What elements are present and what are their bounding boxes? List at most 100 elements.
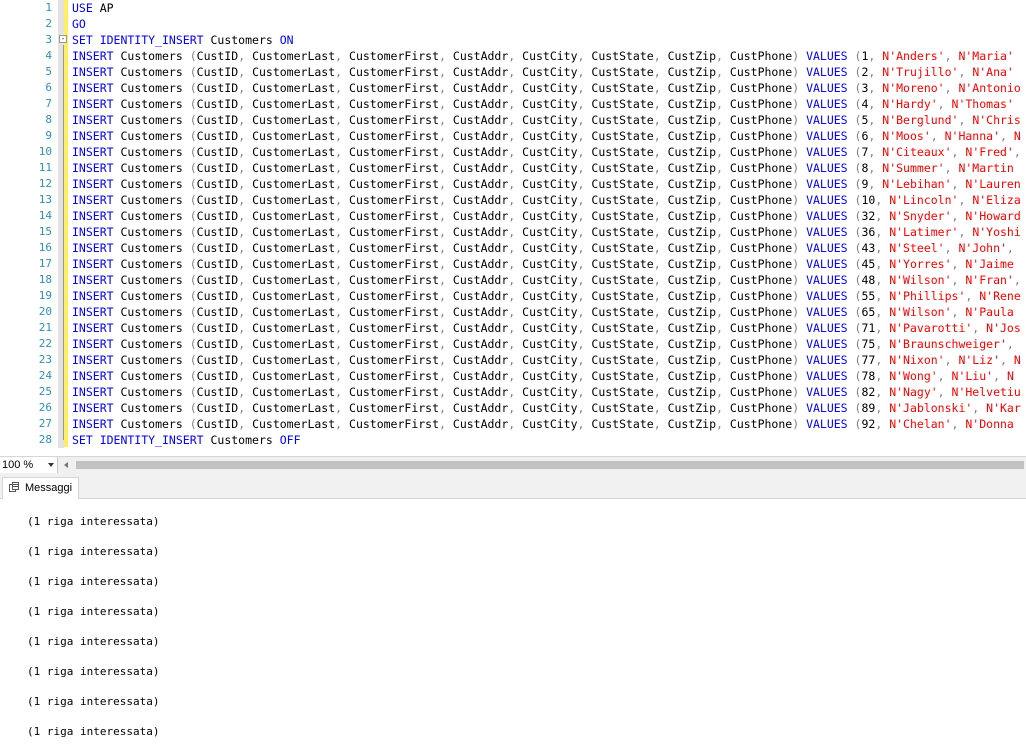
messages-pane[interactable]: (1 riga interessata) (1 riga interessata)… <box>0 499 1026 749</box>
code-token: ) <box>792 369 807 383</box>
code-token: , <box>335 49 350 63</box>
code-token: VALUES <box>806 401 848 415</box>
code-token: , <box>335 177 350 191</box>
code-token: , <box>508 305 523 319</box>
code-token: CustCity <box>522 177 578 191</box>
code-token: N'Thomas' <box>951 97 1014 111</box>
code-token: CustID <box>196 161 239 175</box>
code-line[interactable]: 3- SET IDENTITY_INSERT Customers ON <box>0 32 1026 48</box>
code-token: ) <box>792 337 807 351</box>
code-token: N'Jos <box>986 321 1021 335</box>
code-line[interactable]: 16 INSERT Customers (CustID, CustomerLast… <box>0 240 1026 256</box>
code-token: , <box>335 289 350 303</box>
code-token: , <box>875 257 890 271</box>
code-token: CustAddr <box>452 401 509 415</box>
zoom-dropdown[interactable]: 100 % <box>0 457 58 473</box>
code-token: CustomerLast <box>252 401 336 415</box>
results-tab-strip: Messaggi <box>0 473 1026 499</box>
code-token: CustomerFirst <box>349 113 440 127</box>
code-token: 65 <box>861 305 876 319</box>
code-token: , <box>238 289 253 303</box>
tab-messages[interactable]: Messaggi <box>2 477 80 499</box>
code-line[interactable]: 2 GO <box>0 16 1026 32</box>
code-token: ON <box>279 33 294 47</box>
code-token: Customers <box>113 257 190 271</box>
line-number: 2 <box>45 17 52 30</box>
code-token: , <box>238 209 253 223</box>
code-token: , <box>653 353 668 367</box>
code-text: INSERT Customers (CustID, CustomerLast, … <box>72 352 1021 368</box>
code-line[interactable]: 28 SET IDENTITY_INSERT Customers OFF <box>0 432 1026 448</box>
collapse-region-icon[interactable]: - <box>59 35 67 43</box>
code-line[interactable]: 21 INSERT Customers (CustID, CustomerLast… <box>0 320 1026 336</box>
code-token: Customers <box>113 49 190 63</box>
query-editor[interactable]: 1 USE AP 2 GO 3- SET IDENTITY_INSERT Customer… <box>0 0 1026 456</box>
code-token: ( <box>189 417 197 431</box>
code-text: INSERT Customers (CustID, CustomerLast, … <box>72 192 1021 208</box>
code-line[interactable]: 4 INSERT Customers (CustID, CustomerLast,… <box>0 48 1026 64</box>
code-line[interactable]: 7 INSERT Customers (CustID, CustomerLast,… <box>0 96 1026 112</box>
code-token: , <box>439 369 453 383</box>
code-line[interactable]: 22 INSERT Customers (CustID, CustomerLast… <box>0 336 1026 352</box>
code-token: CustPhone <box>729 49 793 63</box>
code-token: N <box>1013 353 1021 367</box>
code-line[interactable]: 18 INSERT Customers (CustID, CustomerLast… <box>0 272 1026 288</box>
code-line[interactable]: 20 INSERT Customers (CustID, CustomerLast… <box>0 304 1026 320</box>
code-line[interactable]: 10 INSERT Customers (CustID, CustomerLast… <box>0 144 1026 160</box>
code-line[interactable]: 19 INSERT Customers (CustID, CustomerLast… <box>0 288 1026 304</box>
code-token: , <box>972 321 987 335</box>
code-token: CustomerLast <box>252 369 336 383</box>
code-line[interactable]: 26 INSERT Customers (CustID, CustomerLast… <box>0 400 1026 416</box>
code-token: N'Chris <box>972 113 1021 127</box>
code-token: N'Eliza <box>972 193 1021 207</box>
code-token: , <box>1000 129 1014 143</box>
code-token: , <box>1006 337 1014 351</box>
code-line[interactable]: 6 INSERT Customers (CustID, CustomerLast,… <box>0 80 1026 96</box>
code-token: , <box>577 81 592 95</box>
code-line[interactable]: 1 USE AP <box>0 0 1026 16</box>
code-token: ( <box>189 65 197 79</box>
code-token: ) <box>792 401 807 415</box>
code-line[interactable]: 15 INSERT Customers (CustID, CustomerLast… <box>0 224 1026 240</box>
code-token: , <box>238 401 253 415</box>
code-token: , <box>875 337 890 351</box>
code-line[interactable]: 24 INSERT Customers (CustID, CustomerLast… <box>0 368 1026 384</box>
code-token: CustState <box>591 129 654 143</box>
code-token: , <box>335 353 350 367</box>
code-line[interactable]: 13 INSERT Customers (CustID, CustomerLast… <box>0 192 1026 208</box>
code-token: CustCity <box>522 145 578 159</box>
code-token: 89 <box>861 401 876 415</box>
code-token: CustState <box>591 97 654 111</box>
code-token: , <box>439 49 453 63</box>
code-token: , <box>238 193 253 207</box>
code-line[interactable]: 14 INSERT Customers (CustID, CustomerLast… <box>0 208 1026 224</box>
code-token: , <box>508 129 523 143</box>
code-token: ) <box>792 65 807 79</box>
code-token: INSERT <box>72 209 114 223</box>
code-line[interactable]: 9 INSERT Customers (CustID, CustomerLast,… <box>0 128 1026 144</box>
code-token: CustPhone <box>729 321 793 335</box>
code-token: , <box>508 369 523 383</box>
code-token: CustID <box>196 385 239 399</box>
code-line[interactable]: 25 INSERT Customers (CustID, CustomerLast… <box>0 384 1026 400</box>
code-line[interactable]: 8 INSERT Customers (CustID, CustomerLast,… <box>0 112 1026 128</box>
code-line[interactable]: 5 INSERT Customers (CustID, CustomerLast,… <box>0 64 1026 80</box>
horizontal-scrollbar-thumb[interactable] <box>76 461 1024 469</box>
code-token: , <box>577 417 592 431</box>
code-line[interactable]: 23 INSERT Customers (CustID, CustomerLast… <box>0 352 1026 368</box>
chevron-down-icon[interactable] <box>48 463 54 467</box>
code-line[interactable]: 12 INSERT Customers (CustID, CustomerLast… <box>0 176 1026 192</box>
code-token: INSERT <box>72 49 114 63</box>
line-number: 25 <box>38 385 52 398</box>
scroll-left-icon[interactable] <box>64 462 68 468</box>
code-text: INSERT Customers (CustID, CustomerLast, … <box>72 256 1014 272</box>
code-line[interactable]: 17 INSERT Customers (CustID, CustomerLast… <box>0 256 1026 272</box>
code-line[interactable]: 11 INSERT Customers (CustID, CustomerLast… <box>0 160 1026 176</box>
code-line[interactable]: 27 INSERT Customers (CustID, CustomerLast… <box>0 416 1026 432</box>
message-line: (1 riga interessata) <box>27 725 160 738</box>
code-token: N'Kar <box>986 401 1021 415</box>
code-token: , <box>716 161 730 175</box>
code-token: CustomerLast <box>252 81 336 95</box>
